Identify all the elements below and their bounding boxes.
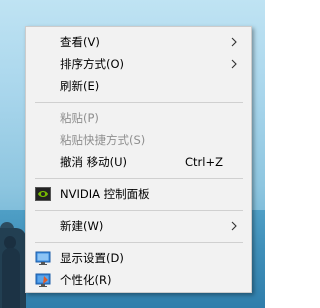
menu-item-nvidia-control-panel[interactable]: NVIDIA 控制面板 <box>26 183 251 205</box>
menu-separator <box>35 242 243 243</box>
menu-item-label: 粘贴快捷方式(S) <box>60 133 146 147</box>
menu-item-sort-by[interactable]: 排序方式(O) <box>26 53 251 75</box>
shortcut-text: Ctrl+Z <box>185 155 223 169</box>
menu-item-label: 粘贴(P) <box>60 111 99 125</box>
menu-item-label: 刷新(E) <box>60 79 100 93</box>
display-settings-icon <box>35 251 51 265</box>
menu-item-paste: 粘贴(P) <box>26 107 251 129</box>
menu-item-label: NVIDIA 控制面板 <box>60 187 150 201</box>
chevron-right-icon <box>231 37 237 47</box>
menu-item-display-settings[interactable]: 显示设置(D) <box>26 247 251 269</box>
desktop-context-menu: 查看(V) 排序方式(O) 刷新(E) 粘贴(P) 粘贴快捷方式(S) 撤消 移… <box>25 26 252 293</box>
menu-item-label: 显示设置(D) <box>60 251 124 265</box>
menu-item-label: 查看(V) <box>60 35 100 49</box>
menu-item-label: 个性化(R) <box>60 273 112 287</box>
person-silhouette <box>2 248 20 308</box>
chevron-right-icon <box>231 221 237 231</box>
menu-separator <box>35 178 243 179</box>
menu-item-undo-move[interactable]: 撤消 移动(U) Ctrl+Z <box>26 151 251 173</box>
nvidia-icon <box>35 187 51 201</box>
menu-separator <box>35 102 243 103</box>
menu-item-personalize[interactable]: 个性化(R) <box>26 269 251 291</box>
menu-separator <box>35 210 243 211</box>
menu-item-paste-shortcut: 粘贴快捷方式(S) <box>26 129 251 151</box>
menu-item-label: 撤消 移动(U) <box>60 155 128 169</box>
chevron-right-icon <box>231 59 237 69</box>
menu-item-refresh[interactable]: 刷新(E) <box>26 75 251 97</box>
menu-item-label: 排序方式(O) <box>60 57 125 71</box>
menu-item-new[interactable]: 新建(W) <box>26 215 251 237</box>
personalize-icon <box>35 273 51 287</box>
menu-item-view[interactable]: 查看(V) <box>26 31 251 53</box>
menu-item-label: 新建(W) <box>60 219 104 233</box>
